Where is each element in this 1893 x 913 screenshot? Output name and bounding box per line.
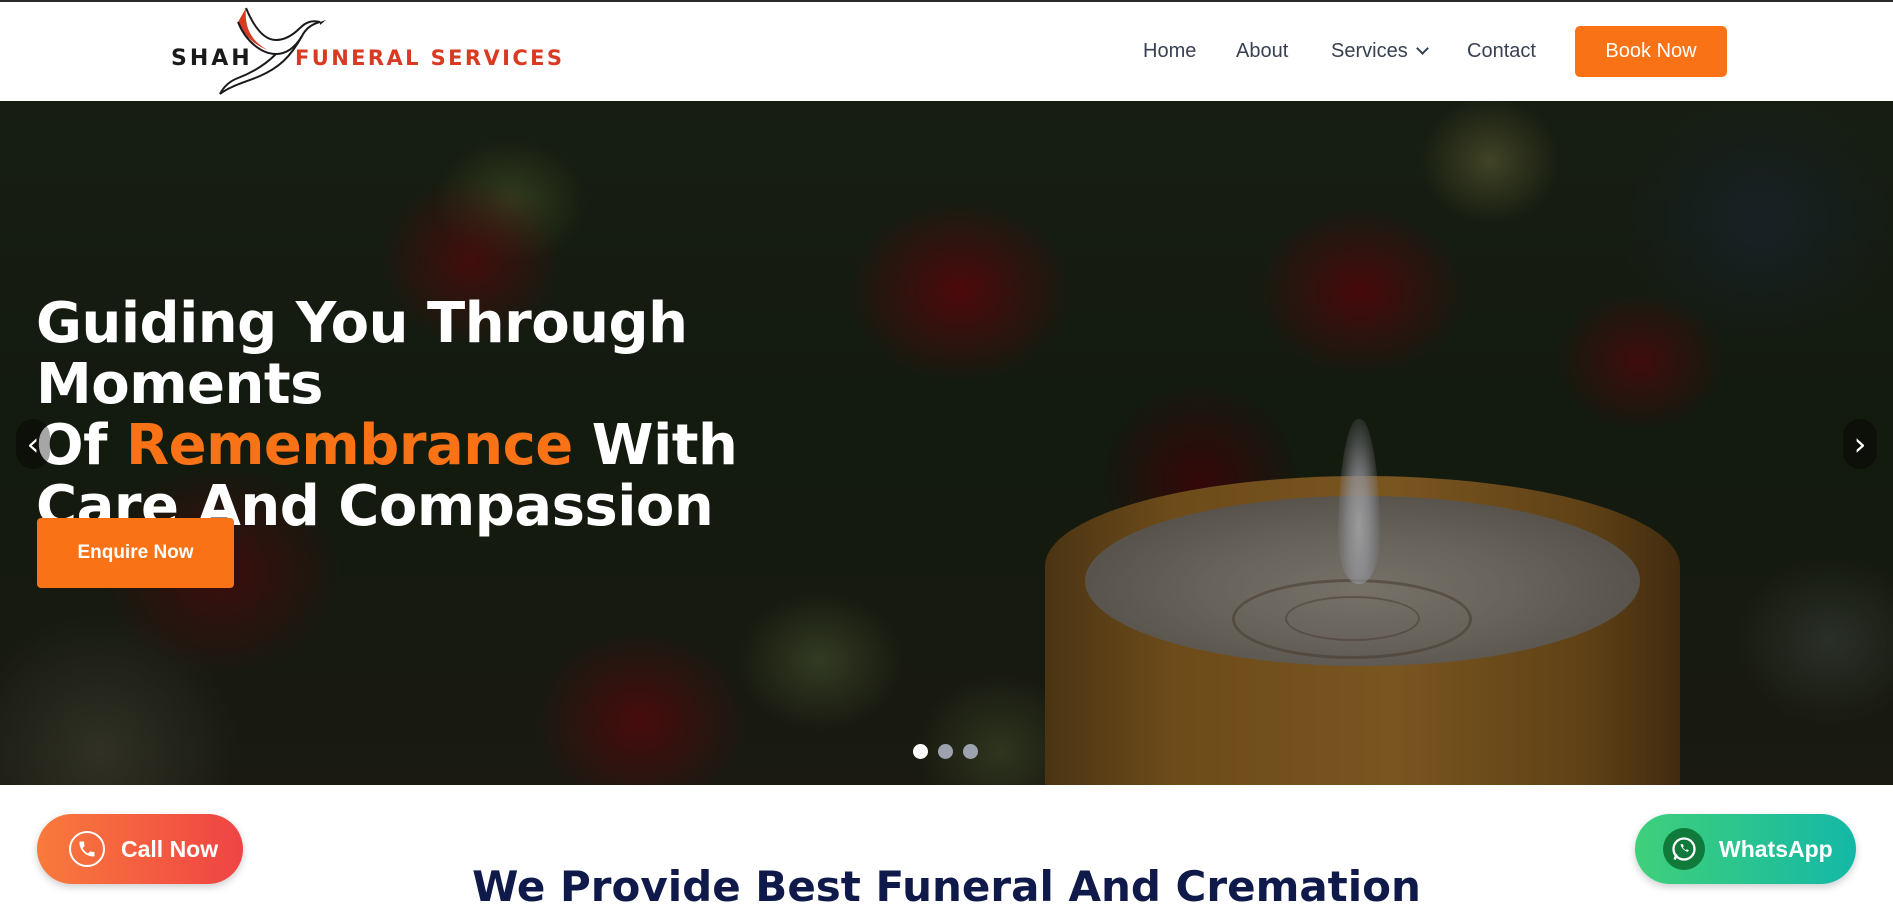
chevron-down-icon	[1415, 42, 1429, 55]
hero-heading-accent: Remembrance	[125, 413, 573, 478]
nav-home[interactable]: Home	[1143, 40, 1196, 63]
carousel-dot-2[interactable]	[938, 744, 953, 759]
whatsapp-label: WhatsApp	[1719, 835, 1833, 862]
hero-heading-line-2-end: With	[572, 413, 738, 478]
carousel-dot-1[interactable]	[913, 744, 928, 759]
call-now-label: Call Now	[121, 835, 219, 862]
site-header: SHAH FUNERAL SERVICES Home About Service…	[0, 2, 1893, 101]
section-heading: We Provide Best Funeral And Cremation	[472, 862, 1421, 911]
nav-contact[interactable]: Contact	[1467, 40, 1536, 63]
hero-heading: Guiding You Through Moments Of Remembran…	[36, 293, 936, 537]
carousel-prev-button[interactable]: ‹	[16, 419, 50, 469]
hero-heading-line-1: Guiding You Through Moments	[36, 291, 688, 417]
enquire-now-button[interactable]: Enquire Now	[37, 518, 234, 588]
carousel-indicators	[913, 744, 978, 759]
site-logo[interactable]: SHAH FUNERAL SERVICES	[168, 6, 562, 98]
logo-text-shah: SHAH	[171, 46, 253, 71]
nav-services-label: Services	[1331, 40, 1408, 62]
logo-text-funeral-services: FUNERAL SERVICES	[295, 46, 565, 70]
carousel-next-button[interactable]: ›	[1843, 419, 1877, 469]
nav-services[interactable]: Services	[1331, 40, 1429, 63]
carousel-dot-3[interactable]	[963, 744, 978, 759]
book-now-button[interactable]: Book Now	[1575, 26, 1727, 77]
hero-carousel: Guiding You Through Moments Of Remembran…	[0, 101, 1893, 785]
nav-about[interactable]: About	[1236, 40, 1288, 63]
